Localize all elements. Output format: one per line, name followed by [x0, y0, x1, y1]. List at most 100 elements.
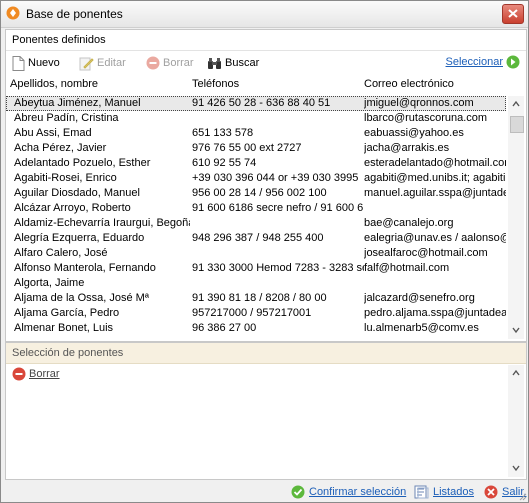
speakers-list: Abeytua Jiménez, Manuel 91 426 50 28 - 6… — [6, 96, 506, 339]
table-row[interactable]: Aljama García, Pedro 957217000 / 9572170… — [6, 306, 506, 321]
table-row[interactable]: Adelantado Pozuelo, Esther 610 92 55 74 … — [6, 156, 506, 171]
delete-button-label: Borrar — [163, 57, 194, 69]
table-row[interactable]: Agabiti-Rosei, Enrico +39 030 396 044 or… — [6, 171, 506, 186]
selection-title: Selección de ponentes — [12, 347, 124, 359]
table-row[interactable]: Almenar Bonet, Luis 96 386 27 00 lu.alme… — [6, 321, 506, 336]
column-header-email[interactable]: Correo electrónico — [364, 78, 454, 90]
cell-email: jalcazard@senefro.org — [364, 292, 475, 304]
cell-email: falf@hotmail.com — [364, 262, 450, 274]
listings-button[interactable]: Listados — [414, 485, 474, 499]
cell-email: jacha@arrakis.es — [364, 142, 450, 154]
cell-email: jmiguel@qronnos.com — [364, 97, 474, 109]
cell-email: josealfaroc@hotmail.com — [364, 247, 488, 259]
listings-icon — [414, 485, 429, 499]
cell-email: esteradelantado@hotmail.com — [364, 157, 506, 169]
cell-email: lbarco@rutascoruna.com — [364, 112, 488, 124]
edit-icon — [79, 57, 94, 70]
cell-email: pedro.aljama.sspa@juntadea — [364, 307, 506, 319]
cell-phone: 91 330 3000 Hemod 7283 - 3283 se — [192, 262, 364, 274]
exit-icon — [484, 485, 498, 499]
listings-label: Listados — [433, 486, 474, 498]
cell-email: eabuassi@yahoo.es — [364, 127, 464, 139]
scroll-down-icon[interactable] — [511, 463, 521, 473]
cell-name: Aljama García, Pedro — [14, 307, 120, 319]
column-header-name[interactable]: Apellidos, nombre — [10, 78, 98, 90]
cell-phone: 91 600 6186 secre nefro / 91 600 6 — [192, 202, 364, 214]
table-row[interactable]: Alfaro Calero, José josealfaroc@hotmail.… — [6, 246, 506, 261]
new-button[interactable]: Nuevo — [12, 55, 60, 71]
cell-phone: 91 426 50 28 - 636 88 40 51 — [192, 97, 331, 109]
close-window-button[interactable] — [502, 4, 524, 24]
column-headers: Apellidos, nombre Teléfonos Correo elect… — [6, 75, 526, 93]
scroll-down-icon[interactable] — [511, 325, 521, 335]
scroll-up-icon[interactable] — [511, 368, 521, 378]
cell-name: Alcázar Arroyo, Roberto — [14, 202, 131, 214]
binoculars-icon — [208, 57, 221, 69]
table-row[interactable]: Abreu Padín, Cristina lbarco@rutascoruna… — [6, 111, 506, 126]
new-button-label: Nuevo — [28, 57, 60, 69]
cell-name: Alfaro Calero, José — [14, 247, 108, 259]
toolbar: Nuevo Editar Borrar Buscar Seleccionar — [6, 51, 526, 73]
selection-delete-label: Borrar — [29, 368, 60, 380]
cell-phone: +39 030 396 044 or +39 030 3995 — [192, 172, 359, 184]
title-bar[interactable]: Base de ponentes — [1, 1, 528, 28]
cell-name: Aguilar Diosdado, Manuel — [14, 187, 140, 199]
scroll-up-icon[interactable] — [511, 99, 521, 109]
app-icon — [6, 6, 20, 20]
cell-email: manuel.aguilar.sspa@juntade — [364, 187, 506, 199]
edit-button-label: Editar — [97, 57, 126, 69]
table-row[interactable]: Abu Assi, Emad 651 133 578 eabuassi@yaho… — [6, 126, 506, 141]
cell-phone: 651 133 578 — [192, 127, 254, 139]
cell-phone: 91 390 81 18 / 8208 / 80 00 — [192, 292, 327, 304]
table-row[interactable]: Aguilar Diosdado, Manuel 956 00 28 14 / … — [6, 186, 506, 201]
close-icon — [508, 9, 518, 18]
cell-name: Alfonso Manterola, Fernando — [14, 262, 156, 274]
selection-delete-button[interactable]: Borrar — [12, 367, 60, 381]
confirm-selection-label: Confirmar selección — [309, 486, 407, 498]
selection-header: Selección de ponentes — [6, 343, 526, 364]
cell-phone: 96 386 27 00 — [192, 322, 257, 334]
cell-phone: 610 92 55 74 — [192, 157, 257, 169]
scroll-thumb[interactable] — [510, 116, 524, 133]
table-row[interactable]: Abeytua Jiménez, Manuel 91 426 50 28 - 6… — [6, 96, 506, 111]
delete-button[interactable]: Borrar — [146, 55, 194, 71]
select-button[interactable]: Seleccionar — [446, 55, 520, 69]
main-window: Base de ponentes Ponentes definidos Nuev… — [0, 0, 529, 503]
selection-scrollbar[interactable] — [508, 365, 524, 477]
search-button[interactable]: Buscar — [207, 55, 259, 71]
column-header-phone[interactable]: Teléfonos — [192, 78, 239, 90]
cell-email: ealegria@unav.es / aalonso@ — [364, 232, 506, 244]
edit-button[interactable]: Editar — [79, 55, 126, 71]
panel-header: Ponentes definidos — [6, 30, 526, 51]
confirm-selection-button[interactable]: Confirmar selección — [291, 485, 406, 499]
cell-name: Acha Pérez, Javier — [14, 142, 107, 154]
cell-name: Abreu Padín, Cristina — [14, 112, 119, 124]
table-row[interactable]: Aljama de la Ossa, José Mª 91 390 81 18 … — [6, 291, 506, 306]
cell-name: Adelantado Pozuelo, Esther — [14, 157, 151, 169]
cell-name: Agabiti-Rosei, Enrico — [14, 172, 117, 184]
resize-grip-icon[interactable] — [517, 491, 527, 501]
speakers-panel: Ponentes definidos Nuevo Editar Borrar B… — [5, 29, 527, 342]
table-row[interactable]: Alfonso Manterola, Fernando 91 330 3000 … — [6, 261, 506, 276]
cell-name: Aljama de la Ossa, José Mª — [14, 292, 149, 304]
cell-phone: 948 296 387 / 948 255 400 — [192, 232, 324, 244]
window-title: Base de ponentes — [26, 7, 123, 21]
table-row[interactable]: Algorta, Jaime — [6, 276, 506, 291]
table-row[interactable]: Alegría Ezquerra, Eduardo 948 296 387 / … — [6, 231, 506, 246]
table-row[interactable]: Acha Pérez, Javier 976 76 55 00 ext 2727… — [6, 141, 506, 156]
check-icon — [291, 485, 305, 499]
cell-phone: 976 76 55 00 ext 2727 — [192, 142, 302, 154]
new-document-icon — [12, 55, 25, 71]
cell-name: Algorta, Jaime — [14, 277, 85, 289]
search-button-label: Buscar — [225, 57, 260, 69]
arrow-right-icon — [506, 55, 520, 69]
cell-phone: 957217000 / 957217001 — [192, 307, 312, 319]
select-button-label: Seleccionar — [445, 56, 503, 68]
cell-name: Aldamiz-Echevarría Iraurgui, Begoña — [14, 217, 190, 229]
table-row[interactable]: Alcázar Arroyo, Roberto 91 600 6186 secr… — [6, 201, 506, 216]
table-row[interactable]: Aldamiz-Echevarría Iraurgui, Begoña bae@… — [6, 216, 506, 231]
list-scrollbar[interactable] — [508, 96, 524, 339]
cell-phone: 956 00 28 14 / 956 002 100 — [192, 187, 327, 199]
cell-email: agabiti@med.unibs.it; agabiti — [364, 172, 506, 184]
selection-panel: Selección de ponentes Borrar — [5, 342, 527, 480]
